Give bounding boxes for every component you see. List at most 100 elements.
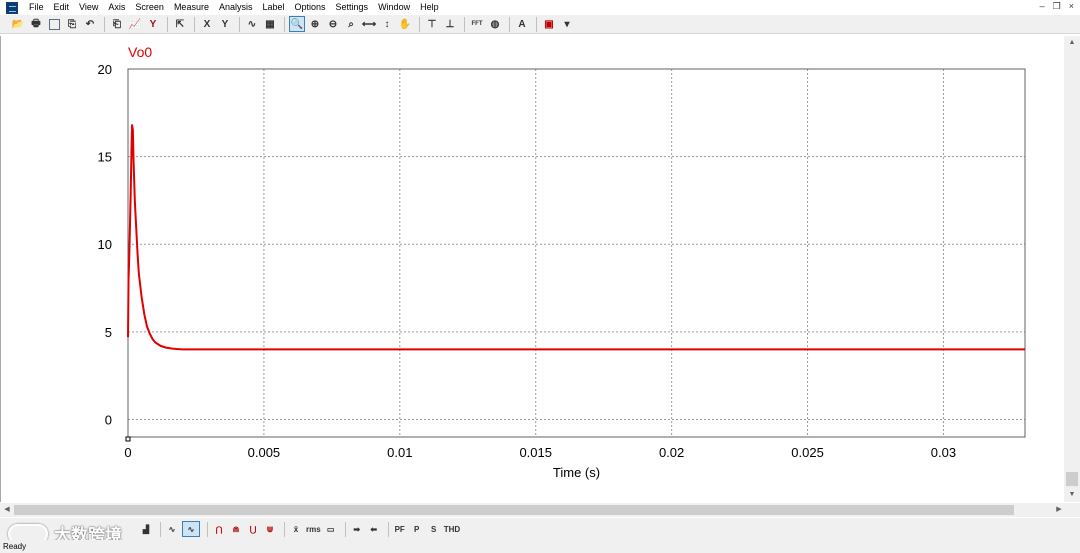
graph-area[interactable]: 0 0.005 0.01 0.015 0.02 0.025 0.03 0 5 10 15 20 Vo0… [0,36,1080,502]
y-tick-label: 5 [105,325,112,340]
max-local-icon[interactable]: ⋒ [229,521,243,537]
max-icon[interactable]: ⋂ [212,521,226,537]
avg-icon[interactable]: ▭ [324,521,338,537]
menu-view[interactable]: View [74,0,103,15]
horizontal-scrollbar[interactable]: ◀ ▶ [0,503,1080,517]
dropdown-icon[interactable]: ▾ [559,16,575,32]
horizontal-scroll-thumb[interactable] [14,505,1014,515]
toolbar-separator [419,16,420,32]
scroll-left-icon[interactable]: ◀ [0,503,14,517]
x-axis-label: Time (s) [553,465,600,480]
zoom-out-icon[interactable]: ⊖ [325,16,341,32]
menu-options[interactable]: Options [290,0,331,15]
x-axis-button[interactable]: X [199,16,215,32]
print-preview-icon[interactable] [46,16,62,32]
y-tick-label: 0 [105,412,112,427]
series-layer [127,124,1025,351]
s-button[interactable]: S [427,521,441,537]
scroll-right-icon[interactable]: ▶ [1052,503,1066,517]
thd-button[interactable]: THD [444,521,460,537]
y-axis-button[interactable]: Y [217,16,233,32]
series-line-vo0 [127,124,1025,351]
rms-button[interactable]: rms [306,521,321,537]
toolbar-separator [464,16,465,32]
arrow-left-icon[interactable]: ⬅ [367,521,381,537]
zoom-y-icon[interactable]: ↕ [379,16,395,32]
origin-marker [125,436,131,442]
y-tick-label: 10 [98,237,112,252]
fft-button[interactable]: FFT [469,16,485,32]
p-button[interactable]: P [410,521,424,537]
menu-file[interactable]: File [24,0,49,15]
menu-settings[interactable]: Settings [331,0,374,15]
menu-edit[interactable]: Edit [49,0,75,15]
wave-mean-icon[interactable]: ∿ [182,521,200,537]
toolbar-separator [344,521,346,537]
toolbar-separator [284,16,285,32]
app-icon[interactable] [6,1,18,14]
measure-icon[interactable]: ⊤ [424,16,440,32]
settings-red-icon[interactable]: ▣ [541,16,557,32]
restore-button[interactable]: ❐ [1053,1,1061,12]
x-tick-label: 0.005 [248,445,281,460]
toolbar-separator [104,16,105,32]
zoom-icon[interactable]: 🔍 [289,16,305,32]
vertical-scrollbar[interactable]: ▲ ▼ [1064,36,1080,502]
toolbar-separator [194,16,195,32]
x-tick-label: 0.01 [387,445,412,460]
plot-svg[interactable]: 0 0.005 0.01 0.015 0.02 0.025 0.03 0 5 10 15 20 Vo0… [1,36,1063,502]
y-add-icon[interactable]: Y [145,16,161,32]
measure-delta-icon[interactable]: ⊥ [442,16,458,32]
waveform-icon[interactable]: ∿ [244,16,260,32]
wave-sine-icon[interactable]: ∿ [165,521,179,537]
tick-labels: 0 0.005 0.01 0.015 0.02 0.025 0.03 0 5 10 15 20 [98,62,957,460]
undo-icon[interactable]: ↶ [82,16,98,32]
globe-icon[interactable]: ◍ [487,16,503,32]
minimize-button[interactable]: – [1040,1,1045,12]
main-toolbar: 📂 🖶 ⎘ ↶ ⎗ 📈 Y ⇱ X Y ∿ ▦ 🔍 ⊕ ⊖ ⌕ ⟷ ↕ ✋ ⊤ … [0,15,1080,34]
cursor-icon[interactable]: ⇱ [172,16,188,32]
toolbar-separator [509,16,510,32]
menu-bar: File Edit View Axis Screen Measure Analy… [0,0,1080,15]
x-tick-label: 0.02 [659,445,684,460]
toolbar-separator [207,521,208,537]
grid-icon[interactable]: ▦ [262,16,278,32]
plot-frame [127,68,1026,438]
min-icon[interactable]: ⋃ [246,521,260,537]
menu-label[interactable]: Label [257,0,289,15]
close-button[interactable]: × [1069,1,1074,12]
window-controls: – ❐ × [1040,1,1074,12]
paste-icon[interactable]: ⎗ [109,16,125,32]
grid [128,68,1025,437]
chart-title: Vo0 [128,44,152,60]
y-tick-label: 15 [98,150,112,165]
pan-icon[interactable]: ✋ [397,16,413,32]
menu-measure[interactable]: Measure [169,0,214,15]
open-icon[interactable]: 📂 [10,16,26,32]
zoom-x-icon[interactable]: ⟷ [361,16,377,32]
menu-help[interactable]: Help [415,0,444,15]
text-label-button[interactable]: A [514,16,530,32]
menu-analysis[interactable]: Analysis [214,0,258,15]
toolbar-separator [284,521,285,537]
scroll-up-icon[interactable]: ▲ [1064,36,1080,50]
add-curve-icon[interactable]: 📈 [127,16,143,32]
print-icon[interactable]: 🖶 [28,16,44,32]
toolbar-separator [387,521,389,537]
menu-axis[interactable]: Axis [103,0,130,15]
zoom-fit-icon[interactable]: ⌕ [343,16,359,32]
copy-icon[interactable]: ⎘ [64,16,80,32]
arrow-right-icon[interactable]: ➡ [350,521,364,537]
menu-window[interactable]: Window [373,0,415,15]
min-local-icon[interactable]: ⋓ [263,521,277,537]
zoom-in-icon[interactable]: ⊕ [307,16,323,32]
bar-chart-icon[interactable]: ▟ [139,521,153,537]
scroll-down-icon[interactable]: ▼ [1064,488,1080,502]
toolbar-separator [160,521,161,537]
x-tick-label: 0 [124,445,131,460]
mean-icon[interactable]: x̄ [289,521,303,537]
vertical-scroll-thumb[interactable] [1066,472,1078,486]
toolbar-separator [239,16,240,32]
menu-screen[interactable]: Screen [130,0,169,15]
pf-button[interactable]: PF [393,521,407,537]
